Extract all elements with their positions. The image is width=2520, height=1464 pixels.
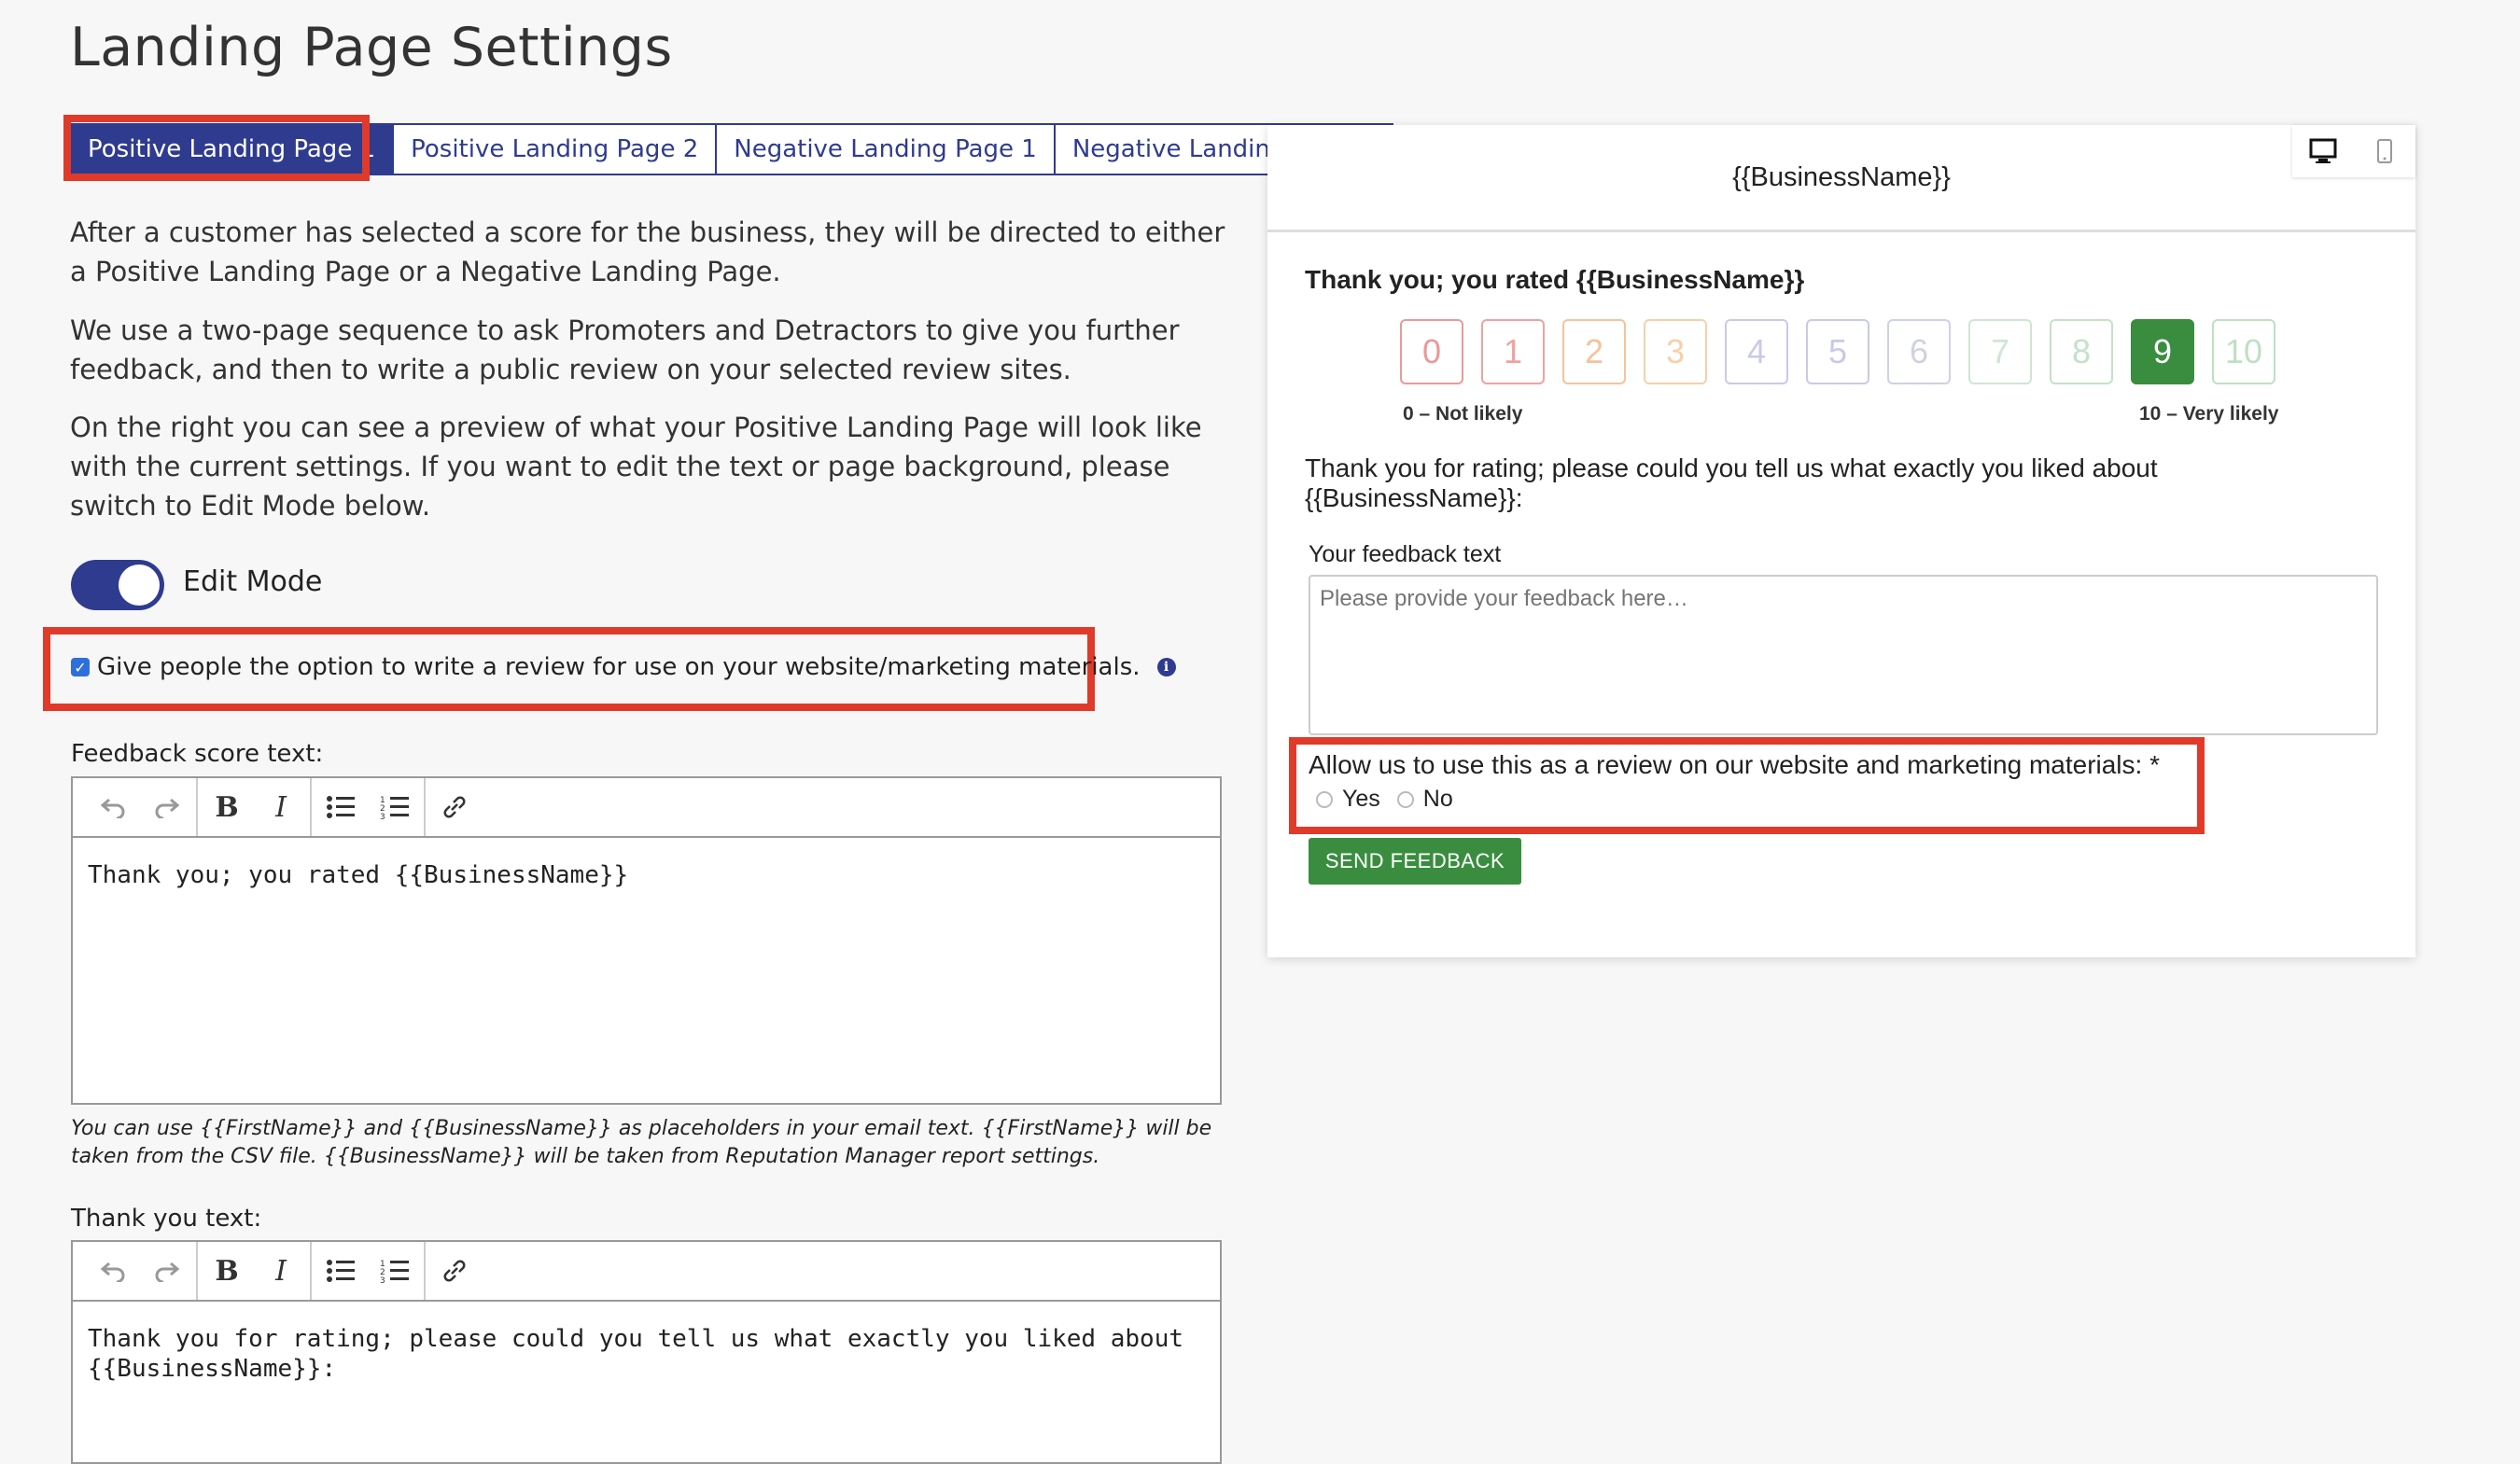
highlight-active-tab — [63, 115, 370, 181]
editor-toolbar: B I 123 — [73, 778, 1220, 838]
redo-icon[interactable] — [140, 1242, 194, 1300]
mobile-icon[interactable] — [2354, 125, 2415, 177]
preview-title: Thank you; you rated {{BusinessName}} — [1305, 265, 1805, 294]
tab-positive-landing-page-2[interactable]: Positive Landing Page 2 — [392, 123, 718, 175]
toggle-knob — [119, 565, 160, 606]
bold-icon[interactable]: B — [200, 1242, 254, 1300]
score-button-8[interactable]: 8 — [2050, 319, 2113, 384]
toolbar-separator — [310, 778, 312, 836]
review-option-row: ✓ Give people the option to write a revi… — [71, 653, 1176, 681]
score-button-10[interactable]: 10 — [2212, 319, 2275, 384]
tab-negative-landing-page-1[interactable]: Negative Landing Page 1 — [715, 123, 1056, 175]
send-feedback-button[interactable]: SEND FEEDBACK — [1309, 838, 1521, 885]
highlight-allow-review — [1289, 737, 2205, 834]
preview-header: {{BusinessName}} — [1267, 125, 2415, 232]
bold-icon[interactable]: B — [200, 778, 254, 836]
score-buttons: 0 1 2 3 4 5 6 7 8 9 10 — [1400, 319, 2293, 384]
thank-you-line-2: {{BusinessName}}: — [88, 1355, 337, 1383]
score-button-6[interactable]: 6 — [1887, 319, 1951, 384]
score-button-0[interactable]: 0 — [1400, 319, 1463, 384]
device-toggle — [2292, 125, 2415, 177]
thank-you-editor: B I 123 Thank you for rating; please cou… — [71, 1240, 1222, 1464]
italic-icon[interactable]: I — [254, 778, 308, 836]
feedback-score-content[interactable]: Thank you; you rated {{BusinessName}} — [73, 838, 1220, 913]
score-button-4[interactable]: 4 — [1725, 319, 1788, 384]
thank-you-label: Thank you text: — [71, 1205, 262, 1233]
preview-business-name: {{BusinessName}} — [1732, 161, 1951, 192]
low-scale-label: 0 – Not likely — [1403, 403, 1523, 425]
intro-paragraph-2: We use a two-page sequence to ask Promot… — [70, 314, 1180, 385]
toolbar-separator — [424, 778, 426, 836]
feedback-score-editor: B I 123 Thank you; you rated {{BusinessN… — [71, 776, 1222, 1105]
edit-mode-toggle[interactable] — [71, 560, 164, 610]
intro-paragraph-1: After a customer has selected a score fo… — [70, 216, 1225, 287]
redo-icon[interactable] — [140, 778, 194, 836]
link-icon[interactable] — [427, 1242, 482, 1300]
high-scale-label: 10 – Very likely — [2139, 403, 2279, 425]
numbered-list-icon[interactable]: 123 — [368, 1242, 422, 1300]
link-icon[interactable] — [427, 778, 482, 836]
score-button-5[interactable]: 5 — [1806, 319, 1869, 384]
feedback-score-label: Feedback score text: — [71, 740, 324, 768]
intro-paragraph-3: On the right you can see a preview of wh… — [70, 411, 1202, 522]
thank-you-line-1: Thank you for rating; please could you t… — [88, 1325, 1183, 1353]
numbered-list-icon[interactable]: 123 — [368, 778, 422, 836]
review-option-checkbox[interactable]: ✓ — [71, 658, 90, 676]
score-button-2[interactable]: 2 — [1562, 319, 1626, 384]
italic-icon[interactable]: I — [254, 1242, 308, 1300]
score-button-3[interactable]: 3 — [1644, 319, 1707, 384]
undo-icon[interactable] — [86, 778, 140, 836]
review-option-label: Give people the option to write a review… — [97, 653, 1141, 681]
toolbar-separator — [196, 778, 198, 836]
svg-text:3: 3 — [380, 813, 385, 820]
bulleted-list-icon[interactable] — [314, 778, 368, 836]
svg-text:3: 3 — [380, 1276, 385, 1284]
info-icon[interactable]: i — [1156, 658, 1176, 676]
toolbar-separator — [196, 1242, 198, 1300]
edit-mode-label: Edit Mode — [183, 565, 323, 598]
toolbar-separator — [424, 1242, 426, 1300]
editor-toolbar: B I 123 — [73, 1242, 1220, 1302]
feedback-textarea[interactable] — [1309, 575, 2378, 735]
bulleted-list-icon[interactable] — [314, 1242, 368, 1300]
score-button-9[interactable]: 9 — [2131, 319, 2194, 384]
toolbar-separator — [310, 1242, 312, 1300]
undo-icon[interactable] — [86, 1242, 140, 1300]
score-button-7[interactable]: 7 — [1968, 319, 2032, 384]
desktop-icon[interactable] — [2292, 125, 2354, 177]
placeholder-hint: You can use {{FirstName}} and {{Business… — [71, 1117, 1212, 1168]
feedback-text-label: Your feedback text — [1309, 541, 1502, 567]
score-button-1[interactable]: 1 — [1481, 319, 1545, 384]
page-title: Landing Page Settings — [70, 17, 673, 78]
preview-question: Thank you for rating; please could you t… — [1305, 453, 2158, 512]
thank-you-content[interactable]: Thank you for rating; please could you t… — [73, 1302, 1220, 1406]
